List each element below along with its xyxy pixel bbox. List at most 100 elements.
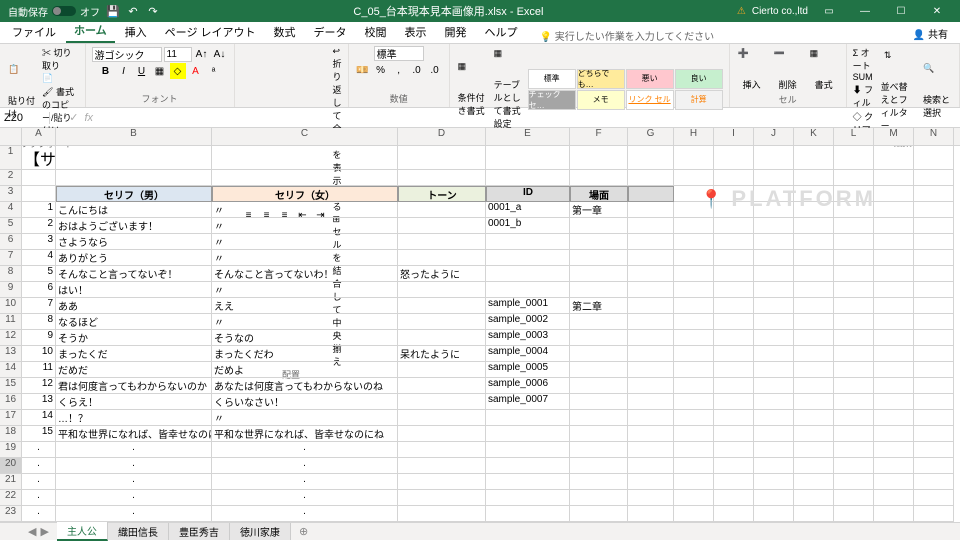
cell[interactable]	[794, 506, 834, 522]
cell[interactable]: 怒ったように	[398, 266, 486, 282]
cell[interactable]: 10	[22, 346, 56, 362]
col-header[interactable]: M	[874, 128, 914, 145]
cell[interactable]	[398, 218, 486, 234]
cell[interactable]	[914, 314, 954, 330]
sheet-tab-ieyasu[interactable]: 徳川家康	[230, 523, 291, 540]
sheet-tab-nobunaga[interactable]: 織田信長	[108, 523, 169, 540]
name-box[interactable]: Z20	[0, 112, 50, 124]
cell[interactable]	[794, 474, 834, 490]
cell[interactable]	[674, 234, 714, 250]
cell[interactable]	[398, 490, 486, 506]
cell[interactable]	[570, 170, 628, 186]
cell[interactable]	[794, 250, 834, 266]
row-header[interactable]: 23	[0, 506, 22, 522]
inc-decimal-icon[interactable]: .0	[409, 62, 425, 78]
tab-help[interactable]: ヘルプ	[477, 21, 526, 43]
font-size-combo[interactable]	[164, 47, 192, 62]
cell[interactable]	[714, 378, 754, 394]
cell[interactable]	[794, 170, 834, 186]
row-header[interactable]: 19	[0, 442, 22, 458]
cell[interactable]	[834, 394, 874, 410]
cell[interactable]	[714, 394, 754, 410]
cell[interactable]: だめよ	[212, 362, 398, 378]
cell[interactable]	[834, 330, 874, 346]
cell[interactable]	[914, 362, 954, 378]
cell[interactable]	[794, 442, 834, 458]
save-icon[interactable]: 💾	[106, 4, 120, 18]
cut-button[interactable]: ✂ 切り取り	[42, 46, 79, 72]
row-header[interactable]: 7	[0, 250, 22, 266]
cell[interactable]	[674, 378, 714, 394]
cell[interactable]	[794, 314, 834, 330]
phonetic-button[interactable]: ᵃ	[206, 63, 222, 79]
cell[interactable]	[212, 170, 398, 186]
col-header[interactable]: H	[674, 128, 714, 145]
cancel-formula-icon[interactable]: ✕	[54, 111, 63, 124]
redo-icon[interactable]: ↷	[146, 4, 160, 18]
cell[interactable]	[834, 426, 874, 442]
tab-layout[interactable]: ページ レイアウト	[157, 21, 264, 43]
cell[interactable]	[914, 266, 954, 282]
cell[interactable]	[674, 346, 714, 362]
cell[interactable]	[674, 394, 714, 410]
cell-styles-gallery[interactable]: 標準 どちらでも… 悪い 良い チェック セ… メモ リンク セル 計算	[528, 69, 723, 110]
cell[interactable]: 0001_b	[486, 218, 570, 234]
cell[interactable]	[56, 170, 212, 186]
cell[interactable]	[834, 474, 874, 490]
cell[interactable]	[874, 314, 914, 330]
cell[interactable]	[754, 250, 794, 266]
cell[interactable]	[674, 298, 714, 314]
col-header[interactable]: K	[794, 128, 834, 145]
cell[interactable]	[674, 458, 714, 474]
bold-button[interactable]: B	[98, 63, 114, 79]
cell[interactable]: 〃	[212, 314, 398, 330]
fill-button[interactable]: ⬇ フィル	[853, 83, 875, 109]
cell[interactable]	[570, 146, 628, 170]
select-all-corner[interactable]	[0, 128, 22, 145]
cell[interactable]	[714, 442, 754, 458]
cell[interactable]	[398, 378, 486, 394]
col-header[interactable]: C	[212, 128, 398, 145]
cell[interactable]: …！？	[56, 410, 212, 426]
cell[interactable]	[674, 250, 714, 266]
cell[interactable]	[570, 314, 628, 330]
cell[interactable]	[674, 282, 714, 298]
cell[interactable]	[714, 250, 754, 266]
cell[interactable]	[794, 394, 834, 410]
cell[interactable]	[874, 378, 914, 394]
cell[interactable]	[22, 170, 56, 186]
cell[interactable]	[570, 442, 628, 458]
cell[interactable]	[914, 474, 954, 490]
tab-file[interactable]: ファイル	[4, 21, 64, 43]
cell[interactable]: セリフ（女）	[212, 186, 398, 202]
cell[interactable]	[914, 298, 954, 314]
increase-font-icon[interactable]: A↑	[194, 46, 210, 62]
cell[interactable]: くらえ！	[56, 394, 212, 410]
comma-icon[interactable]: ,	[391, 62, 407, 78]
cell[interactable]	[754, 218, 794, 234]
cell[interactable]	[570, 394, 628, 410]
close-icon[interactable]: ✕	[922, 6, 952, 17]
cell[interactable]	[398, 282, 486, 298]
row-header[interactable]: 12	[0, 330, 22, 346]
cell[interactable]: .	[22, 474, 56, 490]
cell[interactable]	[56, 146, 212, 170]
cell[interactable]: だめだ	[56, 362, 212, 378]
cell[interactable]	[914, 378, 954, 394]
col-header[interactable]: B	[56, 128, 212, 145]
cell[interactable]	[874, 394, 914, 410]
tab-view[interactable]: 表示	[397, 21, 435, 43]
cell[interactable]: こんにちは	[56, 202, 212, 218]
cell[interactable]: おはようございます！	[56, 218, 212, 234]
cell[interactable]: 2	[22, 218, 56, 234]
enter-formula-icon[interactable]: ✓	[69, 111, 78, 124]
cell[interactable]: sample_0003	[486, 330, 570, 346]
cell[interactable]: .	[212, 490, 398, 506]
cell[interactable]: sample_0006	[486, 378, 570, 394]
cell[interactable]	[834, 378, 874, 394]
sort-filter-button[interactable]: ⇅並べ替えとフィルター	[879, 48, 917, 134]
cell[interactable]	[714, 314, 754, 330]
insert-cells-button[interactable]: ➕挿入	[736, 46, 768, 93]
cell[interactable]	[754, 426, 794, 442]
row-header[interactable]: 4	[0, 202, 22, 218]
